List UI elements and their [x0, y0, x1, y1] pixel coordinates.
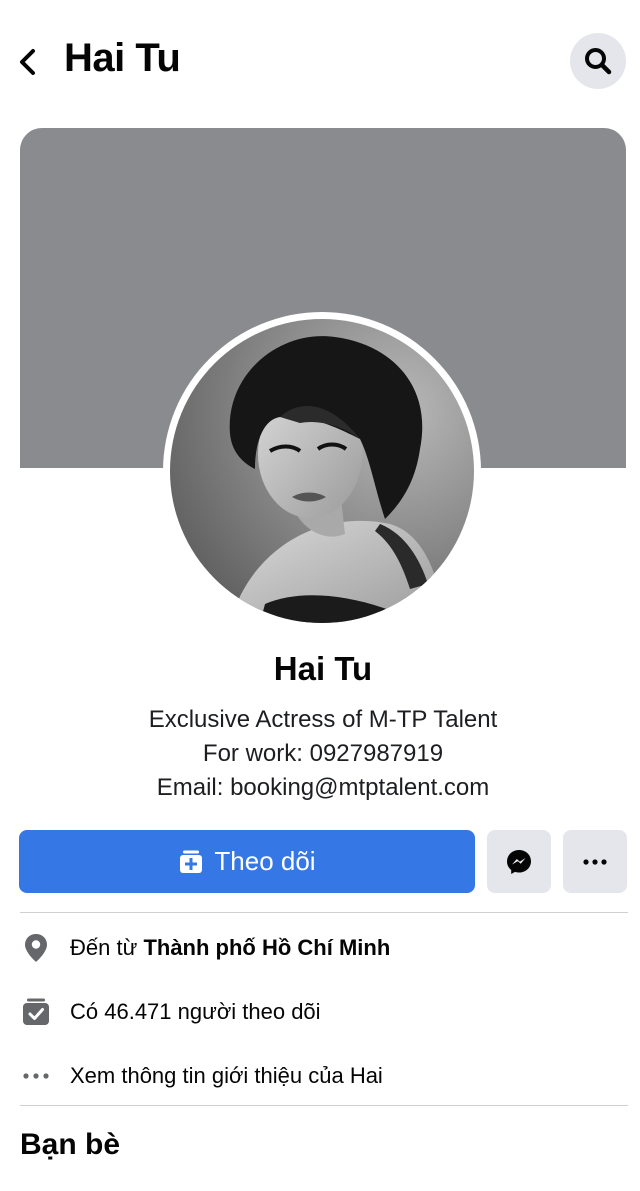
profile-picture-frame [163, 312, 481, 630]
bio-line: For work: 0927987919 [202, 740, 444, 767]
more-dots-icon [583, 858, 607, 865]
followers-count: Có 46.471 người theo dõi [70, 999, 321, 1024]
bio-line: Email: booking@mtptalent.com [156, 774, 490, 801]
friends-section-title: Bạn bè [20, 1128, 121, 1161]
followers-icon [20, 996, 52, 1028]
profile-picture[interactable] [170, 319, 474, 623]
search-icon [585, 48, 612, 75]
location-prefix: Đến từ [70, 935, 144, 960]
divider [20, 1105, 628, 1106]
more-options-button[interactable] [563, 830, 627, 893]
search-button[interactable] [570, 33, 626, 89]
location-pin-icon [20, 932, 52, 964]
top-bar: Hai Tu [0, 0, 640, 120]
location-value[interactable]: Thành phố Hồ Chí Minh [143, 935, 390, 961]
message-button[interactable] [487, 830, 551, 893]
chevron-left-icon [20, 49, 35, 75]
info-row-followers[interactable]: Có 46.471 người theo dõi [20, 992, 630, 1032]
info-row-about[interactable]: Xem thông tin giới thiệu của Hai [20, 1056, 630, 1096]
follow-button-label: Theo dõi [214, 846, 316, 876]
more-dots-icon [20, 1060, 52, 1092]
profile-name: Hai Tu [273, 650, 373, 687]
divider [20, 912, 628, 913]
follow-button[interactable]: Theo dõi [19, 830, 475, 893]
page-title: Hai Tu [64, 36, 181, 80]
bio-line: Exclusive Actress of M-TP Talent [148, 706, 498, 733]
avatar-image [170, 319, 474, 623]
messenger-icon [507, 849, 531, 874]
profile-bio: Exclusive Actress of M-TP Talent For wor… [0, 703, 640, 805]
about-link[interactable]: Xem thông tin giới thiệu của Hai [70, 1063, 383, 1089]
follow-plus-icon [180, 850, 203, 873]
info-row-location[interactable]: Đến từ Thành phố Hồ Chí Minh [20, 928, 630, 968]
back-button[interactable] [8, 40, 48, 84]
